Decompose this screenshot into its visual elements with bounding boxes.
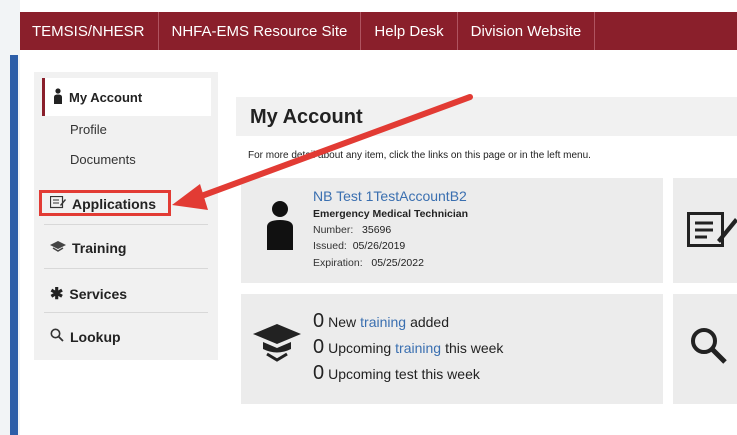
annotation-arrow: [172, 94, 473, 210]
